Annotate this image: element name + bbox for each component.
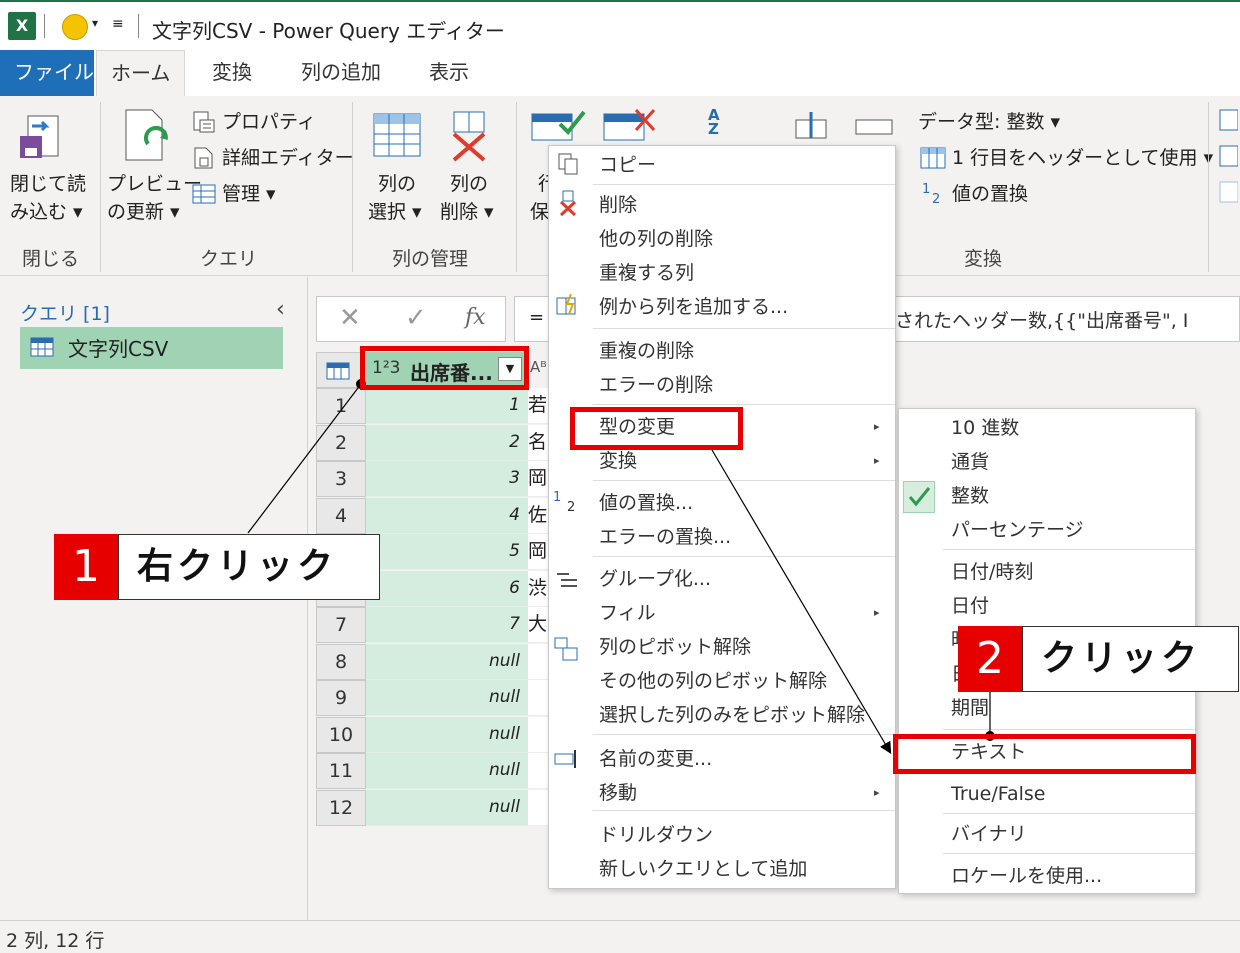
status-text: 2 列, 12 行 <box>6 930 105 952</box>
callout-2: 2 クリック <box>958 626 1240 692</box>
change-type-arrow <box>711 449 892 755</box>
column-header-highlight <box>360 346 529 390</box>
annotation-lines <box>247 379 995 755</box>
callout-1-text: 右クリック <box>118 534 380 600</box>
text-type-highlight <box>893 734 1196 774</box>
status-bar: 2 列, 12 行 <box>0 920 1240 953</box>
change-type-highlight <box>570 407 743 450</box>
callout-2-text: クリック <box>1022 626 1239 692</box>
callout-2-number: 2 <box>958 626 1022 692</box>
callout-1: 1 右クリック <box>54 534 380 600</box>
callout-1-number: 1 <box>54 534 118 600</box>
callout-1-leader-line <box>247 383 362 534</box>
